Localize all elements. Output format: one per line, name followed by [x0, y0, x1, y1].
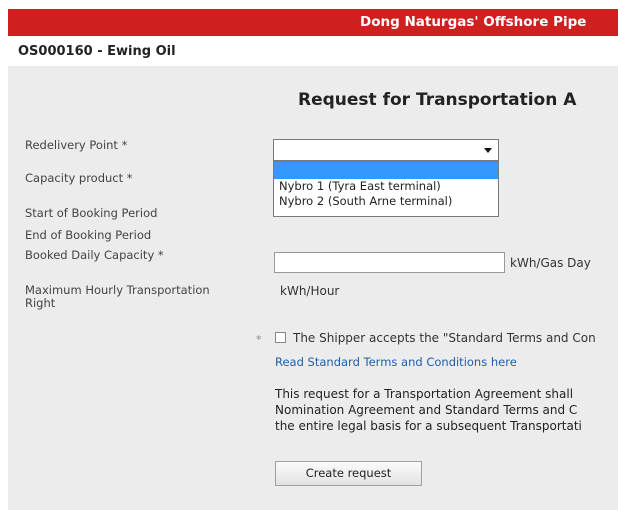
- redelivery-point-label: Redelivery Point *: [25, 138, 128, 152]
- max-hourly-unit: kWh/Hour: [280, 284, 340, 298]
- booked-daily-label: Booked Daily Capacity *: [25, 248, 164, 262]
- read-terms-link[interactable]: Read Standard Terms and Conditions here: [275, 355, 517, 369]
- accept-terms-checkbox[interactable]: [275, 332, 286, 343]
- accept-terms-text: The Shipper accepts the "Standard Terms …: [293, 331, 596, 345]
- start-booking-label: Start of Booking Period: [25, 206, 158, 220]
- dropdown-option-nybro-1[interactable]: Nybro 1 (Tyra East terminal): [274, 179, 498, 194]
- note-line-1: This request for a Transportation Agreem…: [275, 387, 574, 401]
- header-title: Dong Naturgas' Offshore Pipe: [360, 14, 587, 30]
- booked-daily-unit: kWh/Gas Day: [510, 256, 591, 270]
- chevron-down-icon[interactable]: [484, 148, 492, 153]
- capacity-product-label: Capacity product *: [25, 171, 133, 185]
- redelivery-dropdown-list: Nybro 1 (Tyra East terminal) Nybro 2 (So…: [273, 161, 499, 217]
- note-line-3: the entire legal basis for a subsequent …: [275, 419, 582, 433]
- dropdown-option-blank[interactable]: [274, 162, 498, 179]
- header-bar: Dong Naturgas' Offshore Pipe: [8, 9, 618, 36]
- shipper-label: OS000160 - Ewing Oil: [18, 44, 176, 59]
- max-hourly-label-line1: Maximum Hourly Transportation: [25, 283, 210, 297]
- note-line-2: Nomination Agreement and Standard Terms …: [275, 403, 578, 417]
- required-mark: *: [256, 333, 262, 346]
- page-title: Request for Transportation A: [298, 90, 577, 110]
- booked-daily-capacity-input[interactable]: [274, 252, 505, 273]
- end-booking-label: End of Booking Period: [25, 228, 152, 242]
- create-request-button[interactable]: Create request: [275, 461, 422, 486]
- redelivery-point-select[interactable]: [273, 139, 499, 161]
- max-hourly-label-line2: Right: [25, 296, 56, 310]
- dropdown-option-nybro-2[interactable]: Nybro 2 (South Arne terminal): [274, 194, 498, 209]
